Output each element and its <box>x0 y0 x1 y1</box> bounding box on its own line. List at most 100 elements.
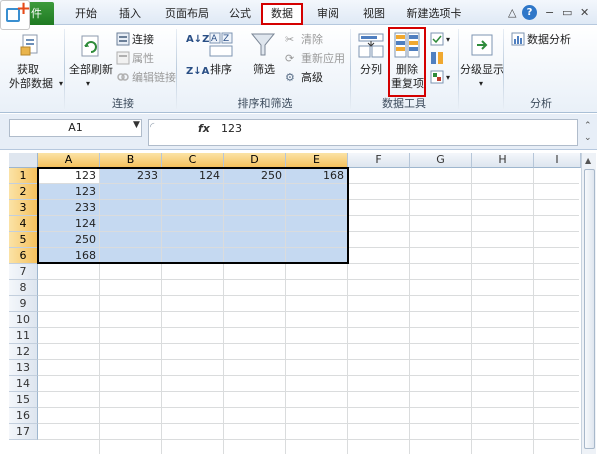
grid-cell[interactable] <box>348 296 410 312</box>
grid-cell[interactable] <box>100 264 162 280</box>
column-header-a[interactable]: A <box>38 153 100 168</box>
grid-cell[interactable] <box>162 344 224 360</box>
grid-cell[interactable] <box>534 392 579 408</box>
grid-cell[interactable] <box>472 376 534 392</box>
name-box-dropdown-icon[interactable]: ▼ <box>133 120 140 130</box>
grid-cell[interactable] <box>100 376 162 392</box>
grid-cell[interactable] <box>534 264 579 280</box>
properties-label[interactable]: 属性 <box>132 52 154 65</box>
grid-cell[interactable] <box>286 232 348 248</box>
grid-cell[interactable] <box>534 248 579 264</box>
what-if-dropdown-icon[interactable]: ▾ <box>446 71 450 84</box>
grid-cell[interactable] <box>472 200 534 216</box>
grid-cell[interactable] <box>410 296 472 312</box>
grid-cell[interactable] <box>410 216 472 232</box>
row-header-15[interactable]: 15 <box>9 392 38 408</box>
connections-label[interactable]: 连接 <box>132 33 154 46</box>
grid-cell[interactable] <box>100 248 162 264</box>
grid-cell[interactable] <box>348 360 410 376</box>
worksheet-grid[interactable]: 123 233 124 250 168 123 233 124 250 168 <box>38 168 579 454</box>
column-header-f[interactable]: F <box>348 153 410 168</box>
column-header-h[interactable]: H <box>472 153 534 168</box>
grid-cell[interactable] <box>224 264 286 280</box>
grid-cell[interactable] <box>38 344 100 360</box>
grid-cell[interactable] <box>38 312 100 328</box>
column-header-g[interactable]: G <box>410 153 472 168</box>
grid-cell[interactable] <box>472 312 534 328</box>
grid-cell[interactable] <box>224 280 286 296</box>
grid-cell[interactable] <box>534 328 579 344</box>
row-header-8[interactable]: 8 <box>9 280 38 296</box>
grid-cell[interactable] <box>348 344 410 360</box>
cell-c1[interactable]: 124 <box>162 168 224 184</box>
consolidate-icon[interactable] <box>430 51 444 65</box>
grid-cell[interactable] <box>100 408 162 424</box>
row-header-9[interactable]: 9 <box>9 296 38 312</box>
column-header-c[interactable]: C <box>162 153 224 168</box>
grid-cell[interactable] <box>348 392 410 408</box>
tab-new[interactable]: 新建选项卡 <box>400 5 468 25</box>
grid-cell[interactable] <box>224 216 286 232</box>
grid-cell[interactable] <box>286 424 348 440</box>
tab-view[interactable]: 视图 <box>358 5 390 25</box>
grid-cell[interactable] <box>224 344 286 360</box>
grid-cell[interactable] <box>286 392 348 408</box>
grid-cell[interactable] <box>162 200 224 216</box>
grid-cell[interactable] <box>348 232 410 248</box>
text-to-columns-label[interactable]: 分列 <box>360 63 382 76</box>
grid-cell[interactable] <box>162 184 224 200</box>
grid-cell[interactable] <box>410 168 472 184</box>
grid-cell[interactable] <box>162 440 224 454</box>
grid-cell[interactable] <box>162 280 224 296</box>
grid-cell[interactable] <box>410 424 472 440</box>
row-header-6[interactable]: 6 <box>9 248 38 264</box>
grid-cell[interactable] <box>38 376 100 392</box>
grid-cell[interactable] <box>410 328 472 344</box>
grid-cell[interactable] <box>162 392 224 408</box>
row-header-1[interactable]: 1 <box>9 168 38 184</box>
grid-cell[interactable] <box>286 440 348 454</box>
grid-cell[interactable] <box>410 184 472 200</box>
grid-cell[interactable] <box>410 312 472 328</box>
tab-formulas[interactable]: 公式 <box>224 5 256 25</box>
tab-data[interactable]: 数据 <box>261 3 303 26</box>
insert-function-icon[interactable]: fx <box>198 122 210 135</box>
ribbon-collapse-icon[interactable]: △ <box>508 5 516 21</box>
grid-cell[interactable] <box>162 312 224 328</box>
grid-cell[interactable] <box>224 360 286 376</box>
remove-duplicates-label-1[interactable]: 删除 <box>396 63 418 76</box>
grid-cell[interactable] <box>472 168 534 184</box>
grid-cell[interactable] <box>38 328 100 344</box>
get-external-data-label-1[interactable]: 获取 <box>17 63 39 76</box>
clear-label[interactable]: 清除 <box>301 33 323 46</box>
remove-duplicates-label-2[interactable]: 重复项 <box>391 77 424 90</box>
grid-cell[interactable] <box>348 312 410 328</box>
row-header-2[interactable]: 2 <box>9 184 38 200</box>
grid-cell[interactable] <box>162 216 224 232</box>
grid-cell[interactable] <box>38 424 100 440</box>
grid-cell[interactable] <box>100 184 162 200</box>
grid-cell[interactable] <box>286 376 348 392</box>
data-validation-icon[interactable] <box>430 32 444 46</box>
row-header-16[interactable]: 16 <box>9 408 38 424</box>
grid-cell[interactable] <box>472 248 534 264</box>
grid-cell[interactable] <box>472 440 534 454</box>
grid-cell[interactable] <box>348 216 410 232</box>
grid-cell[interactable] <box>162 424 224 440</box>
column-header-e[interactable]: E <box>286 153 348 168</box>
cell-a5[interactable]: 250 <box>38 232 100 248</box>
grid-cell[interactable] <box>224 184 286 200</box>
grid-cell[interactable] <box>472 216 534 232</box>
refresh-dropdown-icon[interactable]: ▾ <box>86 77 90 90</box>
grid-cell[interactable] <box>38 280 100 296</box>
get-external-dropdown-icon[interactable]: ▾ <box>59 77 63 90</box>
grid-cell[interactable] <box>410 264 472 280</box>
grid-cell[interactable] <box>286 344 348 360</box>
grid-cell[interactable] <box>286 408 348 424</box>
grid-cell[interactable] <box>472 328 534 344</box>
grid-cell[interactable] <box>534 344 579 360</box>
grid-cell[interactable] <box>224 440 286 454</box>
grid-cell[interactable] <box>410 200 472 216</box>
cell-d1[interactable]: 250 <box>224 168 286 184</box>
grid-cell[interactable] <box>286 184 348 200</box>
